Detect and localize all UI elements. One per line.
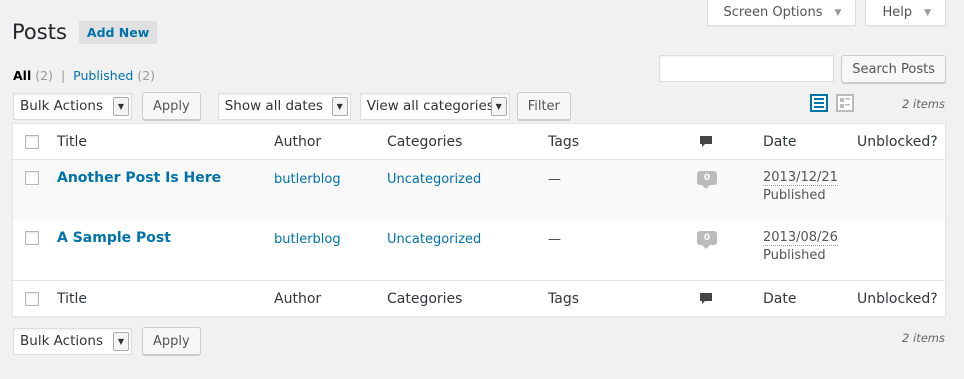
chevron-down-icon: ▼ <box>490 96 507 116</box>
column-author: Author <box>274 134 322 150</box>
view-published-count: (2) <box>137 68 156 83</box>
post-author-link[interactable]: butlerblog <box>274 232 341 247</box>
post-date: 2013/12/21 Published <box>763 170 838 203</box>
excerpt-view-icon[interactable] <box>836 94 854 112</box>
categories-select[interactable]: View all categories ▼ <box>359 92 510 120</box>
post-tags: — <box>548 232 561 247</box>
comment-count-badge[interactable]: 0 <box>697 231 717 249</box>
items-count-top: 2 items <box>902 97 945 111</box>
screen-options-button[interactable]: Screen Options ▼ <box>706 0 857 26</box>
post-category-link[interactable]: Uncategorized <box>387 232 481 247</box>
comment-bubble-icon[interactable] <box>699 292 713 306</box>
post-date-value: 2013/12/21 <box>763 170 838 186</box>
search-posts-button[interactable]: Search Posts <box>841 55 946 83</box>
select-all-checkbox[interactable] <box>25 135 39 149</box>
post-status: Published <box>763 188 826 203</box>
help-label: Help <box>882 5 913 20</box>
column-title[interactable]: Title <box>57 134 87 150</box>
chevron-down-icon: ▼ <box>113 331 129 351</box>
dates-value: Show all dates <box>224 98 323 114</box>
post-date-value: 2013/08/26 <box>763 230 838 246</box>
post-date: 2013/08/26 Published <box>763 230 838 263</box>
page-header: Posts Add New <box>12 20 158 44</box>
search-box: Search Posts <box>659 55 946 83</box>
apply-button[interactable]: Apply <box>142 92 201 120</box>
screen-options-label: Screen Options <box>723 5 823 20</box>
row-checkbox[interactable] <box>25 171 39 185</box>
column-unblocked: Unblocked? <box>857 291 938 307</box>
row-checkbox[interactable] <box>25 231 39 245</box>
column-author: Author <box>274 291 322 307</box>
column-tags: Tags <box>548 134 579 150</box>
view-published-link[interactable]: Published <box>73 68 133 83</box>
bulk-actions-value: Bulk Actions <box>20 98 103 114</box>
post-title-link[interactable]: Another Post Is Here <box>57 170 221 186</box>
screen-meta-links: Screen Options ▼ Help ▼ <box>706 0 946 26</box>
search-input[interactable] <box>659 55 835 82</box>
column-unblocked: Unblocked? <box>857 134 938 150</box>
chevron-down-icon: ▼ <box>834 7 842 18</box>
post-author-link[interactable]: butlerblog <box>274 172 341 187</box>
view-switch <box>810 94 854 112</box>
help-button[interactable]: Help ▼ <box>865 0 946 26</box>
post-title-link[interactable]: A Sample Post <box>57 230 171 246</box>
table-row: Another Post Is Here butlerblog Uncatego… <box>13 160 945 220</box>
table-header-row: Title Author Categories Tags Date Unbloc… <box>13 124 945 160</box>
select-all-checkbox[interactable] <box>25 292 39 306</box>
column-categories: Categories <box>387 134 463 150</box>
chevron-down-icon: ▼ <box>113 96 129 116</box>
page-title: Posts <box>12 20 67 44</box>
tablenav-bottom: Bulk Actions ▼ Apply <box>13 327 201 355</box>
comment-bubble-icon[interactable] <box>699 135 713 149</box>
table-footer-row: Title Author Categories Tags Date Unbloc… <box>13 280 945 316</box>
view-all-link[interactable]: All <box>13 68 31 83</box>
dates-select[interactable]: Show all dates ▼ <box>217 92 351 120</box>
bulk-actions-select[interactable]: Bulk Actions ▼ <box>13 92 132 120</box>
add-new-button[interactable]: Add New <box>78 20 158 44</box>
chevron-down-icon: ▼ <box>924 7 931 18</box>
post-category-link[interactable]: Uncategorized <box>387 172 481 187</box>
apply-button-bottom[interactable]: Apply <box>142 327 201 355</box>
items-count-bottom: 2 items <box>902 331 945 345</box>
chevron-down-icon: ▼ <box>331 96 348 116</box>
view-separator: | <box>60 68 66 83</box>
post-status: Published <box>763 248 826 263</box>
column-date[interactable]: Date <box>763 134 796 150</box>
filter-button[interactable]: Filter <box>516 92 571 120</box>
column-date[interactable]: Date <box>763 291 796 307</box>
categories-value: View all categories <box>366 98 494 114</box>
table-row: A Sample Post butlerblog Uncategorized —… <box>13 220 945 280</box>
column-tags: Tags <box>548 291 579 307</box>
comment-count-badge[interactable]: 0 <box>697 171 717 189</box>
status-filter-links: All (2) | Published (2) <box>13 68 155 83</box>
bulk-actions-select-bottom[interactable]: Bulk Actions ▼ <box>13 327 132 355</box>
tablenav-top: Bulk Actions ▼ Apply Show all dates ▼ Vi… <box>13 92 571 120</box>
list-view-icon[interactable] <box>810 94 828 112</box>
bulk-actions-value: Bulk Actions <box>20 333 103 349</box>
post-tags: — <box>548 172 561 187</box>
column-title[interactable]: Title <box>57 291 87 307</box>
posts-table: Title Author Categories Tags Date Unbloc… <box>12 123 946 317</box>
column-categories: Categories <box>387 291 463 307</box>
view-all-count: (2) <box>35 68 53 83</box>
